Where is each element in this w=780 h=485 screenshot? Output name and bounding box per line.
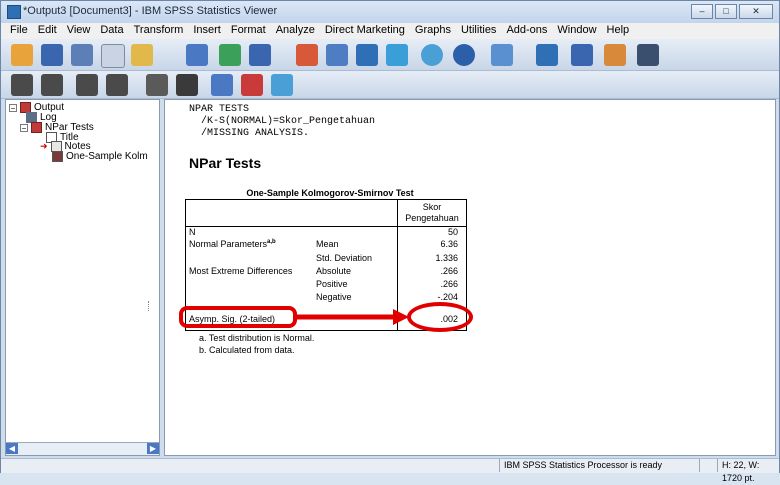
column-header-line: Skor: [422, 202, 442, 212]
row-sublabel: Std. Deviation: [316, 253, 373, 263]
menu-direct-marketing[interactable]: Direct Marketing: [320, 23, 410, 39]
row-sublabel: Mean: [316, 239, 339, 249]
save-icon[interactable]: [41, 44, 63, 66]
goto-case-icon[interactable]: [326, 44, 348, 66]
row-label: Most Extreme Differences: [189, 266, 293, 276]
status-empty-segment: [699, 459, 717, 472]
value-labels-icon[interactable]: [453, 44, 475, 66]
cell-value: .266: [440, 279, 458, 289]
collapse-expander[interactable]: −: [9, 103, 17, 112]
book-icon: [31, 122, 42, 133]
menu-graphs[interactable]: Graphs: [410, 23, 456, 39]
scroll-left-icon[interactable]: ◀: [6, 443, 18, 454]
table-icon: [52, 151, 63, 162]
split-file-icon[interactable]: [491, 44, 513, 66]
demote-arrow-icon[interactable]: [41, 74, 63, 96]
undo-icon[interactable]: [219, 44, 241, 66]
spss-app-icon: [7, 5, 21, 19]
menu-help[interactable]: Help: [602, 23, 635, 39]
menu-transform[interactable]: Transform: [129, 23, 189, 39]
outline-pane: − Output Log − NPar Tests Title ➜ Notes …: [5, 99, 160, 456]
menu-insert[interactable]: Insert: [188, 23, 226, 39]
goto-variable-icon[interactable]: [356, 44, 378, 66]
row-sublabel: Positive: [316, 279, 348, 289]
sig-value-highlight-ellipse: [407, 302, 473, 332]
menu-bar: File Edit View Data Transform Insert For…: [1, 23, 779, 39]
syntax-line: NPAR TESTS: [189, 104, 250, 115]
hide-icon[interactable]: [176, 74, 198, 96]
export-icon[interactable]: [131, 44, 153, 66]
syntax-block: NPAR TESTS /K-S(NORMAL)=Skor_Pengetahuan…: [189, 104, 375, 140]
menu-edit[interactable]: Edit: [33, 23, 62, 39]
cell-value: -.204: [437, 292, 458, 302]
status-bar: IBM SPSS Statistics Processor is ready H…: [1, 458, 779, 483]
spss-viewer-window: *Output3 [Document3] - IBM SPSS Statisti…: [0, 0, 780, 483]
menu-view[interactable]: View: [62, 23, 96, 39]
menu-data[interactable]: Data: [95, 23, 128, 39]
row-label: N: [189, 227, 196, 237]
redo-icon[interactable]: [249, 44, 271, 66]
promote-arrow-icon[interactable]: [11, 74, 33, 96]
dimension-status: H: 22, W: 1720 pt.: [717, 459, 779, 483]
menu-file[interactable]: File: [5, 23, 33, 39]
row-sublabel: Negative: [316, 292, 352, 302]
insert-text-icon[interactable]: [271, 74, 293, 96]
tree-item-ks-test[interactable]: One-Sample Kolm: [52, 151, 148, 162]
section-heading: NPar Tests: [189, 155, 262, 171]
selected-arrow-icon: ➜: [40, 141, 48, 151]
processor-status: IBM SPSS Statistics Processor is ready: [499, 459, 699, 472]
select-cases-icon[interactable]: [571, 44, 593, 66]
footnote-a: a. Test distribution is Normal.: [199, 333, 315, 343]
show-all-variables-icon[interactable]: [637, 44, 659, 66]
sig-highlight-box: [179, 306, 297, 328]
cell-value: 1.336: [435, 253, 458, 263]
show-icon[interactable]: [146, 74, 168, 96]
cell-value: 50: [447, 227, 458, 237]
print-preview-icon[interactable]: [101, 44, 125, 68]
window-title: *Output3 [Document3] - IBM SPSS Statisti…: [23, 5, 278, 17]
menu-utilities[interactable]: Utilities: [456, 23, 501, 39]
cell-value: 6.36: [440, 239, 458, 249]
menu-analyze[interactable]: Analyze: [271, 23, 320, 39]
minimize-button[interactable]: –: [691, 4, 713, 19]
custom-dialog-icon[interactable]: [421, 44, 443, 66]
row-sublabel: Absolute: [316, 266, 352, 276]
syntax-line: /MISSING ANALYSIS.: [189, 128, 310, 139]
menu-format[interactable]: Format: [226, 23, 271, 39]
footnote-b: b. Calculated from data.: [199, 345, 295, 355]
syntax-line: /K-S(NORMAL)=Skor_Pengetahuan: [189, 116, 376, 127]
variables-icon[interactable]: [386, 44, 408, 66]
row-label: Normal Parametersa,b: [189, 239, 276, 249]
horizontal-scrollbar[interactable]: ◀ ▶: [6, 442, 159, 455]
table-title: One-Sample Kolmogorov-Smirnov Test: [246, 188, 414, 198]
expand-plus-icon[interactable]: [76, 74, 98, 96]
maximize-button[interactable]: □: [715, 4, 737, 19]
menu-add-ons[interactable]: Add-ons: [501, 23, 552, 39]
scroll-right-icon[interactable]: ▶: [147, 443, 159, 454]
title-bar: *Output3 [Document3] - IBM SPSS Statisti…: [1, 1, 779, 23]
goto-data-icon[interactable]: [296, 44, 318, 66]
outline-toolbar: [1, 71, 779, 99]
content-pane: NPAR TESTS /K-S(NORMAL)=Skor_Pengetahuan…: [164, 99, 776, 456]
collapse-expander[interactable]: −: [20, 123, 28, 132]
use-variable-sets-icon[interactable]: [604, 44, 626, 66]
footnote-marker: a,b: [267, 239, 276, 245]
close-button[interactable]: ✕: [739, 4, 773, 19]
column-header: Skor Pengetahuan: [398, 202, 466, 224]
tree-label-ks: One-Sample Kolm: [66, 151, 148, 162]
column-header-line: Pengetahuan: [405, 213, 459, 223]
cell-value: .266: [440, 266, 458, 276]
menu-window[interactable]: Window: [552, 23, 601, 39]
insert-title-icon[interactable]: [241, 74, 263, 96]
collapse-minus-icon[interactable]: [106, 74, 128, 96]
main-toolbar: [1, 39, 779, 71]
row-label-text: Normal Parameters: [189, 239, 268, 249]
highlight-arrow-icon: [295, 309, 409, 325]
weight-cases-icon[interactable]: [536, 44, 558, 66]
print-icon[interactable]: [71, 44, 93, 66]
insert-heading-icon[interactable]: [211, 74, 233, 96]
open-folder-icon[interactable]: [11, 44, 33, 66]
recall-dialog-icon[interactable]: [186, 44, 208, 66]
